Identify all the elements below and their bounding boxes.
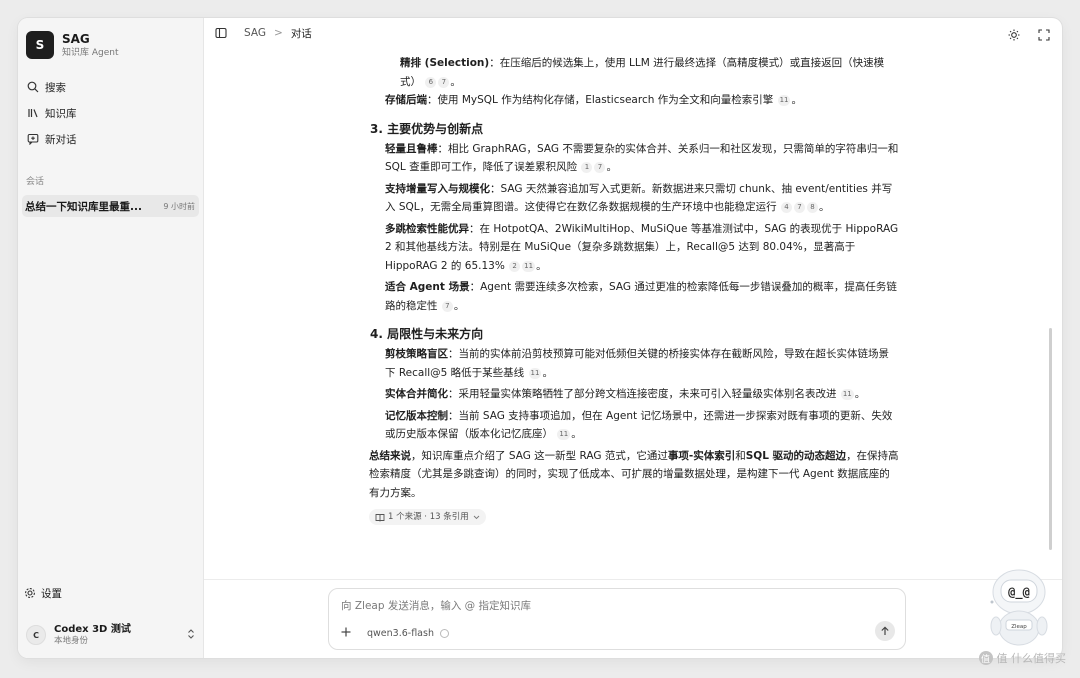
sidebar-item-library[interactable]: 知识库	[24, 100, 197, 126]
breadcrumb-separator: >	[274, 27, 283, 39]
breadcrumb-current: 对话	[290, 27, 312, 40]
user-name: Codex 3D 测试	[54, 624, 131, 635]
brand-logo: S	[26, 31, 54, 59]
sidebar-item-search[interactable]: 搜索	[24, 74, 197, 100]
conversation-item[interactable]: 总结一下知识库里最重... 9 小时前	[22, 195, 199, 217]
sidebar-item-label: 知识库	[45, 107, 77, 120]
list-item: 剪枝策略盲区：当前的实体前沿剪枝预算可能对低频但关键的桥接实体存在截断风险，导致…	[385, 348, 889, 379]
citation-badge[interactable]: 11	[840, 389, 854, 400]
settings-label: 设置	[41, 587, 62, 600]
list-item: 适合 Agent 场景：Agent 需要连续多次检索，SAG 通过更准的检索降低…	[385, 281, 897, 312]
chevron-down-icon	[473, 515, 480, 520]
robot-mascot[interactable]: @_@ Zleap	[986, 562, 1052, 652]
brand-name: SAG	[62, 31, 90, 46]
avatar: C	[26, 625, 46, 645]
conversations-section-label: 会话	[26, 177, 45, 187]
add-attachment-icon[interactable]	[341, 625, 357, 641]
citation-badge[interactable]: 6	[425, 76, 437, 88]
library-icon	[26, 106, 40, 120]
section-heading: 3. 主要优势与创新点	[370, 121, 484, 136]
watermark-icon: 值	[978, 651, 993, 665]
assistant-message: 精排 (Selection)：在压缩后的候选集上，使用 LLM 进行最终选择（高…	[369, 54, 899, 528]
new-chat-icon	[26, 132, 40, 146]
citation-badge[interactable]: 4	[780, 202, 792, 213]
citation-badge[interactable]: 11	[528, 367, 542, 379]
theme-toggle-icon[interactable]	[1008, 26, 1020, 45]
divider	[204, 579, 1062, 580]
send-button[interactable]	[875, 621, 895, 641]
gear-icon	[24, 587, 36, 599]
sidebar-nav: 搜索 知识库 新对话	[18, 74, 203, 152]
mascot-badge: Zleap	[1011, 624, 1027, 630]
sidebar-item-label: 新对话	[45, 133, 77, 146]
breadcrumb-root[interactable]: SAG	[244, 27, 266, 39]
list-item: 实体合并简化：采用轻量实体策略牺牲了部分跨文档连接密度，未来可引入轻量级实体别名…	[385, 388, 866, 400]
list-item: 记忆版本控制：当前 SAG 支持事项追加，但在 Agent 记忆场景中，还需进一…	[385, 409, 893, 440]
model-selector[interactable]: qwen3.6-flash	[367, 628, 434, 639]
arrow-up-icon	[881, 626, 889, 635]
user-role: 本地身份	[54, 636, 89, 646]
citation-badge[interactable]: 1	[581, 162, 593, 173]
model-status-icon	[439, 628, 449, 638]
citation-badge[interactable]: 7	[594, 162, 606, 173]
settings-button[interactable]: 设置	[18, 582, 203, 604]
fullscreen-icon[interactable]	[1038, 26, 1050, 45]
sources-button[interactable]: 1 个来源 · 13 条引用	[369, 509, 486, 525]
sidebar-item-new-chat[interactable]: 新对话	[24, 126, 197, 152]
brand[interactable]: S SAG 知识库 Agent	[18, 18, 203, 64]
list-item: 轻量且鲁棒：相比 GraphRAG，SAG 不需要复杂的实体合并、关系归一和社区…	[385, 142, 899, 173]
topbar: SAG > 对话	[204, 18, 1062, 48]
list-item: 存储后端：使用 MySQL 作为结构化存储，Elasticsearch 作为全文…	[385, 94, 802, 106]
section-heading: 4. 局限性与未来方向	[370, 327, 484, 341]
citation-badge[interactable]: 7	[793, 202, 805, 213]
conversation-title: 总结一下知识库里最重...	[25, 200, 142, 213]
app-window: S SAG 知识库 Agent 搜索 知识库 新对话 会话 总结一下知识库里最重…	[18, 18, 1062, 658]
breadcrumb: SAG > 对话	[244, 26, 312, 41]
list-item: 精排 (Selection)：在压缩后的候选集上，使用 LLM 进行最终选择（高…	[400, 57, 885, 88]
sidebar-item-label: 搜索	[45, 81, 66, 94]
citation-badge[interactable]: 7	[441, 300, 453, 312]
watermark-text: 值 什么值得买	[996, 652, 1067, 665]
message-input[interactable]: 向 Zleap 发送消息，输入 @ 指定知识库	[341, 598, 531, 613]
sources-label: 1 个来源 · 13 条引用	[388, 511, 469, 522]
brand-subtitle: 知识库 Agent	[62, 47, 119, 58]
sidebar: S SAG 知识库 Agent 搜索 知识库 新对话 会话 总结一下知识库里最重…	[18, 18, 204, 658]
message-composer[interactable]: 向 Zleap 发送消息，输入 @ 指定知识库 qwen3.6-flash	[328, 588, 906, 650]
chevron-up-down-icon[interactable]	[187, 628, 195, 643]
citation-badge[interactable]: 7	[438, 76, 450, 88]
book-icon	[375, 513, 385, 522]
list-item: 支持增量写入与规模化：SAG 天然兼容追加写入式更新。新数据进来只需切 chun…	[385, 182, 893, 213]
citation-badge[interactable]: 8	[806, 202, 818, 213]
user-profile[interactable]: C Codex 3D 测试 本地身份	[18, 612, 203, 658]
svg-text:@_@: @_@	[1008, 585, 1030, 600]
citation-badge[interactable]: 2	[509, 260, 521, 272]
citation-badge[interactable]: 11	[777, 95, 791, 106]
conversation-time: 9 小时前	[163, 201, 195, 211]
scrollbar[interactable]	[1049, 328, 1052, 550]
citation-badge[interactable]: 11	[522, 260, 536, 272]
citation-badge[interactable]: 11	[557, 429, 571, 440]
summary-paragraph: 总结来说，知识库重点介绍了 SAG 这一新型 RAG 范式，它通过事项-实体索引…	[369, 449, 899, 499]
list-item: 多跳检索性能优异：在 HotpotQA、2WikiMultiHop、MuSiQu…	[385, 222, 899, 272]
watermark: 值 值 什么值得买	[978, 650, 1067, 666]
sidebar-toggle-icon[interactable]	[214, 26, 228, 40]
search-icon	[26, 80, 40, 94]
main-panel: SAG > 对话 精排 (Selection)：在压缩后的候选集上，使用 LLM…	[204, 18, 1062, 658]
